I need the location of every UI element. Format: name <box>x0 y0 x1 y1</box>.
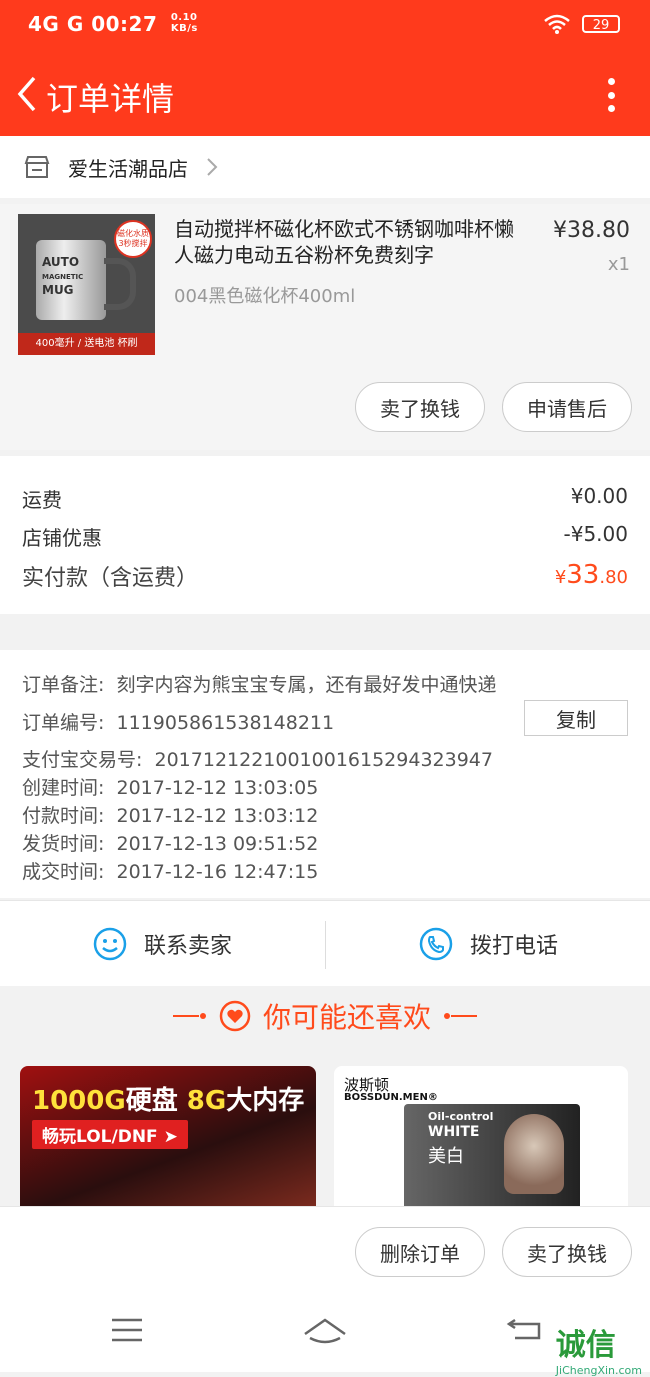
signal-indicator: G <box>66 12 84 36</box>
store-icon <box>24 156 50 178</box>
bottom-action-bar: 删除订单 卖了换钱 <box>0 1206 650 1297</box>
card1-headline: 1000G硬盘 8G大内存 <box>32 1086 305 1116</box>
order-number: 订单编号: 111905861538148211 <box>22 712 335 734</box>
page-title: 订单详情 <box>46 80 175 118</box>
card2-mb: 美白 <box>428 1146 464 1167</box>
shipping-row: 运费 ¥0.00 <box>22 484 628 513</box>
shipping-value: ¥0.00 <box>570 484 628 508</box>
completed-time: 成交时间: 2017-12-16 12:47:15 <box>22 861 319 883</box>
clock: 00:27 <box>91 12 158 36</box>
contact-bar: 联系卖家 拨打电话 <box>0 900 650 987</box>
discount-row: 店铺优惠 -¥5.00 <box>22 522 628 551</box>
recommend-header: 你可能还喜欢 <box>0 996 650 1036</box>
mug-handle <box>104 258 136 310</box>
order-info: 订单备注: 刻字内容为熊宝宝专属，还有最好发中通快递 订单编号: 1119058… <box>0 650 650 898</box>
wifi-icon <box>544 14 570 34</box>
delete-order-button[interactable]: 删除订单 <box>355 1227 485 1277</box>
menu-icon[interactable] <box>110 1316 144 1344</box>
home-icon[interactable] <box>302 1316 348 1346</box>
shop-name: 爱生活潮品店 <box>68 156 188 181</box>
card2-face-image <box>504 1114 564 1194</box>
paid-time: 付款时间: 2017-12-12 13:03:12 <box>22 805 319 827</box>
shop-row[interactable]: 爱生活潮品店 <box>0 136 650 198</box>
product-title[interactable]: 自动搅拌杯磁化杯欧式不锈钢咖啡杯懒人磁力电动五谷粉杯免费刻字 <box>174 216 524 268</box>
back-nav-icon[interactable] <box>505 1316 545 1344</box>
status-bar: 4G G 00:27 0.10 KB/s 29 <box>0 0 650 52</box>
discount-label: 店铺优惠 <box>22 526 102 550</box>
contact-seller-button[interactable]: 联系卖家 <box>0 901 324 987</box>
shipping-label: 运费 <box>22 488 62 512</box>
card2-oil: Oil-control <box>428 1110 494 1123</box>
sell-for-cash-bottom-button[interactable]: 卖了换钱 <box>502 1227 632 1277</box>
back-arrow-icon[interactable] <box>12 74 42 114</box>
product-price: ¥38.80 <box>553 218 630 243</box>
recommend-section: 你可能还喜欢 1000G硬盘 8G大内存 畅玩LOL/DNF ➤ 波斯顿 BOS… <box>0 986 650 1206</box>
sell-for-cash-button[interactable]: 卖了换钱 <box>355 382 485 432</box>
call-label: 拨打电话 <box>469 934 558 959</box>
chat-face-icon <box>93 927 127 961</box>
left-decor-icon <box>172 1013 206 1019</box>
product-quantity: x1 <box>607 254 630 275</box>
paid-label: 实付款（含运费） <box>22 566 199 591</box>
product-badge: 磁化水质 3秒搅拌 <box>114 220 152 258</box>
call-button[interactable]: 拨打电话 <box>326 901 650 987</box>
nav-bar: 订单详情 <box>0 52 650 136</box>
copy-button[interactable]: 复制 <box>524 700 628 736</box>
network-indicator: 4G <box>28 12 60 36</box>
recommend-title: 你可能还喜欢 <box>262 1001 431 1034</box>
order-item[interactable]: AUTO MAGNETIC MUG 磁化水质 3秒搅拌 400毫升 / 送电池 杯刷… <box>0 204 650 450</box>
status-left: 4G G 00:27 0.10 KB/s <box>28 12 198 36</box>
fee-summary: 运费 ¥0.00 店铺优惠 -¥5.00 实付款（含运费） ¥33.80 <box>0 456 650 614</box>
heart-circle-icon <box>219 1000 251 1032</box>
product-sku: 004黑色磁化杯400ml <box>174 286 356 307</box>
paid-row: 实付款（含运费） ¥33.80 <box>22 560 628 592</box>
net-speed: 0.10 KB/s <box>170 12 198 34</box>
battery-icon: 29 <box>582 15 620 33</box>
right-decor-icon <box>444 1013 477 1019</box>
more-menu-icon[interactable] <box>606 78 616 112</box>
contact-seller-label: 联系卖家 <box>143 934 232 959</box>
card2-white: WHITE <box>428 1124 480 1140</box>
created-time: 创建时间: 2017-12-12 13:03:05 <box>22 777 319 799</box>
paid-value: ¥33.80 <box>554 560 628 590</box>
card1-tag: 畅玩LOL/DNF ➤ <box>32 1120 188 1149</box>
status-right: 29 <box>544 14 620 34</box>
shipped-time: 发货时间: 2017-12-13 09:51:52 <box>22 833 319 855</box>
product-band: 400毫升 / 送电池 杯刷 <box>18 333 155 355</box>
alipay-number: 支付宝交易号: 2017121221001001615294323947 <box>22 749 493 771</box>
apply-after-sale-button[interactable]: 申请售后 <box>502 382 632 432</box>
mug-label: AUTO MAGNETIC MUG <box>42 255 84 297</box>
recommend-card-facemask[interactable]: 波斯顿 BOSSDUN.MEN® Oil-control WHITE 美白 <box>334 1066 628 1206</box>
card2-brand-en: BOSSDUN.MEN® <box>344 1092 438 1103</box>
recommend-card-computer[interactable]: 1000G硬盘 8G大内存 畅玩LOL/DNF ➤ <box>20 1066 316 1206</box>
chevron-right-icon <box>207 158 218 176</box>
discount-value: -¥5.00 <box>563 522 628 546</box>
phone-icon <box>419 927 453 961</box>
watermark: 诚信 JiChengXin.com <box>555 1328 642 1377</box>
system-nav-bar <box>0 1296 650 1372</box>
product-thumbnail[interactable]: AUTO MAGNETIC MUG 磁化水质 3秒搅拌 400毫升 / 送电池 杯刷 <box>18 214 155 355</box>
order-note: 订单备注: 刻字内容为熊宝宝专属，还有最好发中通快递 <box>22 674 497 696</box>
